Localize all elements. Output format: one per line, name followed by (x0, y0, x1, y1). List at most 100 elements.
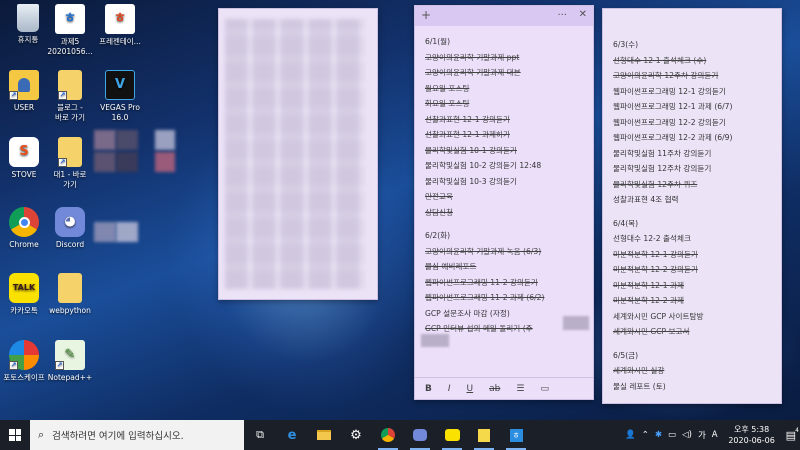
desktop-icon-vegas-pro[interactable]: V VEGAS Pro 16.0 (96, 70, 144, 123)
note-line: 물리학및실험 10-2 강의듣기 12:48 (425, 161, 542, 170)
hwp-document-icon: ㅎ (55, 4, 85, 34)
search-placeholder: 검색하려면 여기에 입력하십시오. (52, 431, 184, 442)
desktop-icon-discord[interactable]: ◕ Discord (46, 207, 94, 250)
desktop-icon-label: 프레젠테이... (99, 37, 141, 46)
taskbar: ⌕ 검색하려면 여기에 입력하십시오. ⧉ e ⚙ ㅎ 👤 ⌃ ✱ ▭ ◁) 가… (0, 420, 800, 450)
photoscape-icon: ↗ (9, 340, 39, 370)
kakaotalk-icon: TALK (9, 273, 39, 303)
recycle-bin-icon (17, 4, 39, 32)
note-line: 세계와시민 GCP 사이트탐방 (613, 311, 704, 321)
taskbar-hwp[interactable]: ㅎ (500, 420, 532, 450)
clock[interactable]: 오후 5:38 2020-06-06 (724, 424, 780, 446)
ime-indicator[interactable]: 가 (698, 429, 706, 441)
desktop-icon-presentation[interactable]: ㅎ 프레젠테이... (96, 4, 144, 47)
presentation-icon: ㅎ (105, 4, 135, 34)
taskbar-settings[interactable]: ⚙ (340, 420, 372, 450)
desktop-icon-chrome[interactable]: Chrome (0, 207, 48, 250)
taskbar-kakaotalk[interactable] (436, 420, 468, 450)
note-line: 미분적분학 12-1 강의듣기 (613, 249, 698, 259)
sticky-note-blurred[interactable] (218, 8, 378, 300)
note-line: 6/2(화) (425, 231, 451, 240)
bluetooth-icon[interactable]: ✱ (655, 430, 662, 440)
start-button[interactable] (0, 420, 30, 450)
taskbar-edge[interactable]: e (276, 420, 308, 450)
note-line: 웹파이썬프로그래밍 12-2 과제 (6/9) (613, 133, 733, 142)
italic-button[interactable]: I (448, 384, 451, 394)
add-note-icon[interactable]: + (421, 8, 431, 22)
blurred-icon (155, 130, 175, 150)
close-icon[interactable]: ✕ (579, 9, 587, 20)
note-line: 월요일 포스팅 (425, 83, 470, 93)
sticky-note-active[interactable]: + ··· ✕ 6/1(월) 고양이의윤리학 기말과제 ppt 고양이의윤리학 기말… (414, 5, 594, 400)
desktop-icon-label: webpython (49, 306, 91, 315)
taskbar-sticky-notes[interactable] (468, 420, 500, 450)
stove-icon: S (9, 137, 39, 167)
chevron-up-icon[interactable]: ⌃ (642, 430, 649, 440)
desktop-icon-label: 카카오톡 (10, 306, 38, 315)
edge-icon: e (287, 427, 297, 443)
blurred-icon (94, 222, 116, 242)
taskbar-discord[interactable] (404, 420, 436, 450)
insert-image-button[interactable]: ▭ (540, 384, 549, 394)
desktop-icon-webpython[interactable]: webpython (46, 273, 94, 316)
chrome-icon (9, 207, 39, 237)
note-title-bar[interactable]: + ··· ✕ (415, 6, 593, 26)
note-line: 물리학및실험 12주차 퀴즈 (613, 179, 698, 189)
note-line: 상담신청 (425, 207, 453, 217)
taskbar-file-explorer[interactable] (308, 420, 340, 450)
desktop-icon-hwp-file[interactable]: ㅎ 과제5 20201056... (46, 4, 94, 57)
note-line: 화요일 포스팅 (425, 99, 470, 108)
note-line: 고양이의윤리학 기말과제 녹음 (6/3) (425, 246, 542, 256)
desktop-icon-label: 휴지통 (17, 35, 39, 44)
language-icon[interactable]: A (712, 430, 718, 440)
note-line: 미분적분학 12-1 과제 (613, 280, 684, 290)
desktop-icon-user[interactable]: ↗ USER (0, 70, 48, 113)
note-line: 웹파이썬프로그래밍 12-2 강의듣기 (613, 117, 726, 127)
hwp-icon: ㅎ (509, 428, 523, 442)
note-line: 물심 예비레포트 (425, 262, 477, 271)
sticky-note-right[interactable]: 6/3(수) 선형대수 12-1 출석체크 (수) 고양이의윤리학 12주차 강의듣… (602, 8, 782, 404)
more-menu-icon[interactable]: ··· (557, 10, 567, 21)
note-line: 선찰과표현 12-1 강의듣기 (425, 114, 510, 124)
bullet-list-button[interactable]: ☰ (516, 384, 524, 394)
note-line: 선형대수 12-2 출석체크 (613, 234, 691, 243)
note-line: 웹파이썬프로그래밍 12-1 강의듣기 (613, 86, 726, 96)
desktop-icon-label: Chrome (9, 240, 39, 249)
desktop-icon-photoscape[interactable]: ↗ 포토스케이프 (0, 340, 48, 383)
clock-time: 오후 5:38 (733, 425, 770, 434)
blurred-icon (116, 130, 138, 150)
underline-button[interactable]: U (467, 384, 474, 394)
note-line: GCP 설문조사 마감 (자정) (425, 308, 510, 318)
network-icon[interactable]: ▭ (668, 430, 676, 440)
note-line: 물실 레포트 (토) (613, 381, 666, 391)
taskbar-chrome[interactable] (372, 420, 404, 450)
clock-date: 2020-06-06 (728, 436, 775, 445)
redacted-text (421, 334, 449, 347)
note-line: 안전교육 (425, 192, 453, 201)
task-view-button[interactable]: ⧉ (244, 420, 276, 450)
desktop-icon-label: 과제5 20201056... (47, 37, 93, 56)
desktop-icon-kakaotalk[interactable]: TALK 카카오톡 (0, 273, 48, 316)
redacted-text (563, 316, 589, 330)
user-icon[interactable]: 👤 (625, 430, 636, 440)
blurred-icon (116, 222, 138, 242)
desktop-icon-recycle-bin[interactable]: 휴지통 (4, 4, 52, 45)
desktop-icon-label: 대1 - 바로 가기 (53, 170, 87, 189)
notepadpp-icon: ✎ ↗ (55, 340, 85, 370)
note-text-area[interactable]: 6/3(수) 선형대수 12-1 출석체크 (수) 고양이의윤리학 12주차 강의듣… (603, 9, 781, 402)
note-text-area[interactable]: 6/1(월) 고양이의윤리학 기말과제 ppt 고양이의윤리학 기말과제 대본 월요일… (415, 26, 593, 345)
desktop-icon-notepadpp[interactable]: ✎ ↗ Notepad++ (46, 340, 94, 383)
notification-icon[interactable]: ▤ 4 (786, 427, 799, 442)
desktop-icon-folder-shortcut[interactable]: ↗ 대1 - 바로 가기 (46, 137, 94, 190)
strikethrough-button[interactable]: ab (489, 384, 500, 394)
note-line: 물리학및실험 10-3 강의듣기 (425, 176, 517, 186)
volume-icon[interactable]: ◁) (682, 430, 692, 440)
taskbar-search-box[interactable]: ⌕ 검색하려면 여기에 입력하십시오. (30, 420, 244, 450)
bold-button[interactable]: B (425, 384, 432, 394)
folder-icon: ↗ (58, 70, 82, 100)
folder-icon (58, 273, 82, 303)
desktop-icon-stove[interactable]: S STOVE (0, 137, 48, 180)
desktop-icon-blog-shortcut[interactable]: ↗ 블로그 - 바로 가기 (46, 70, 94, 123)
